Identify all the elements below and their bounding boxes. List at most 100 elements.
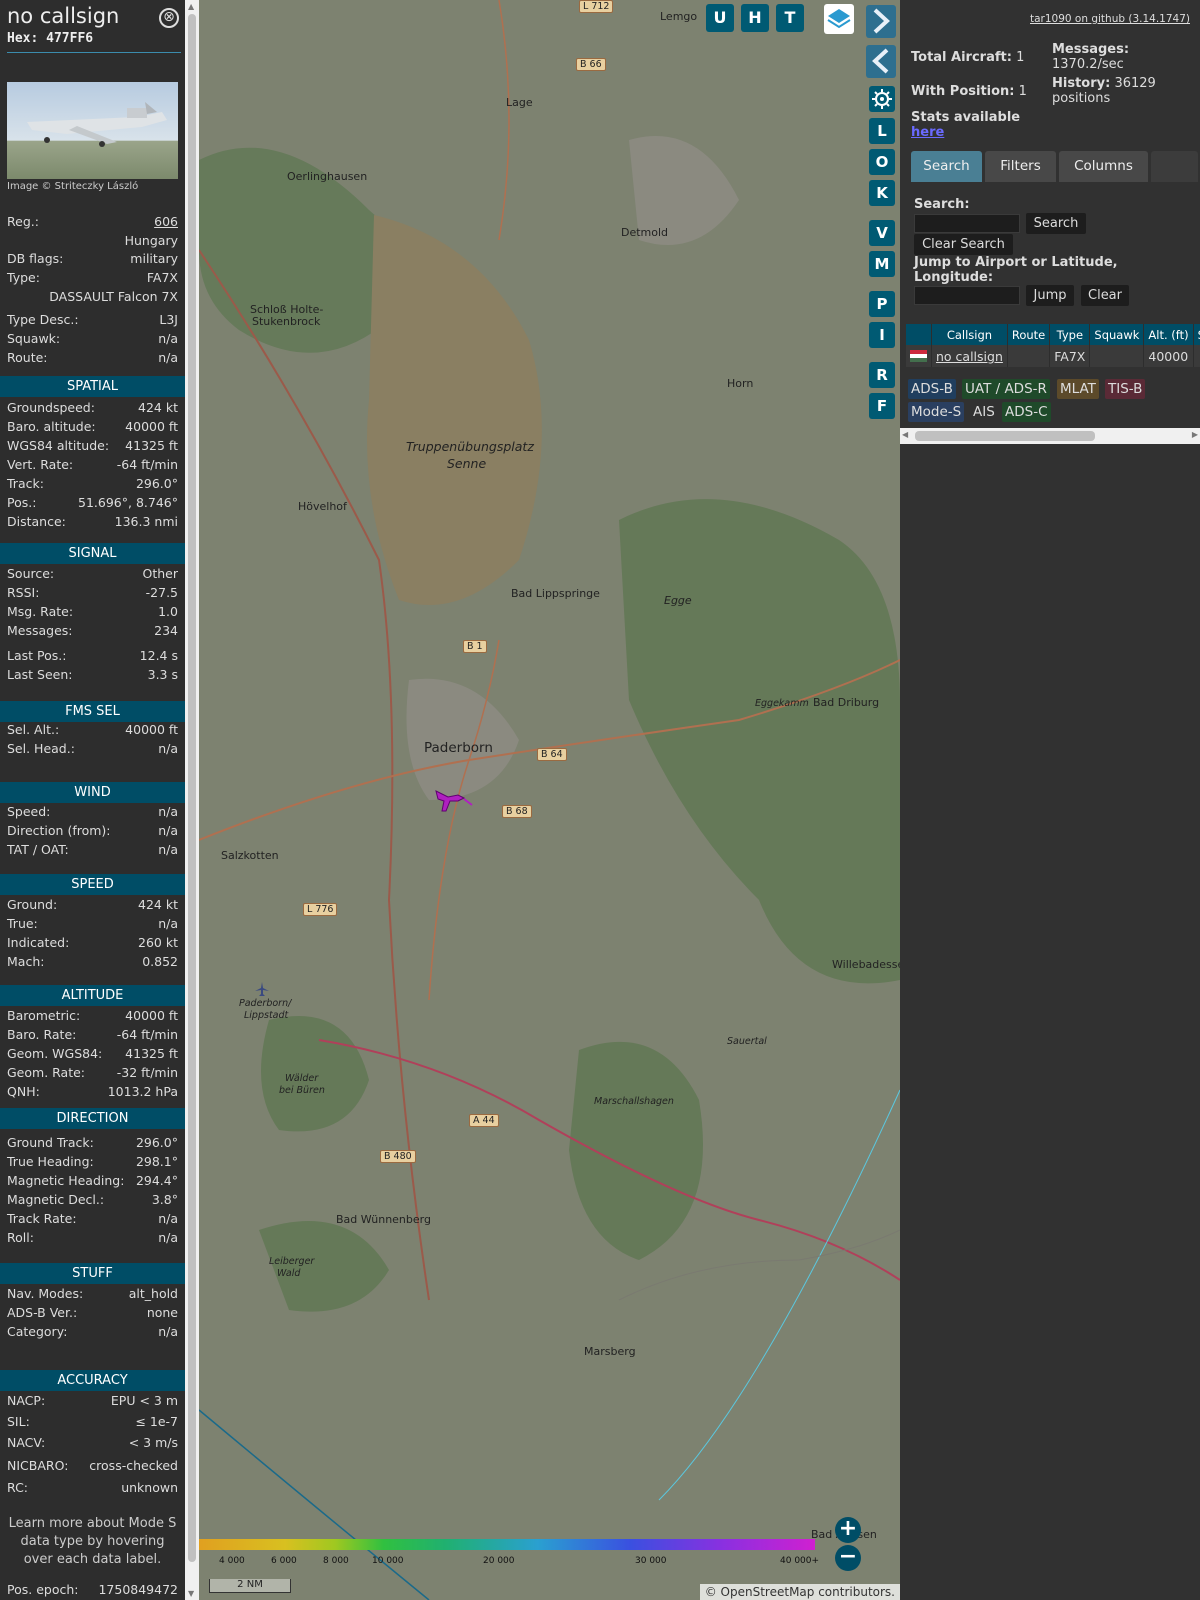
table-hscrollbar[interactable]: ◀ ▶	[900, 428, 1200, 444]
info-row-label: Mach:	[7, 954, 45, 969]
info-row: ADS-B Ver.: none	[7, 1304, 178, 1322]
info-row: Distance: 136.3 nmi	[7, 513, 178, 531]
section-header-spatial: SPATIAL	[0, 376, 185, 397]
scroll-up-icon[interactable]: ▲	[188, 2, 194, 11]
info-row: SIL: ≤ 1e-7	[7, 1413, 178, 1431]
info-row-label: Magnetic Heading:	[7, 1173, 125, 1188]
toggle-button-r[interactable]: R	[869, 362, 895, 388]
hscrollbar-thumb[interactable]	[915, 431, 1095, 441]
info-row-value: 260 kt	[138, 935, 178, 950]
tab-columns[interactable]: Columns	[1059, 151, 1148, 182]
info-row-value: < 3 m/s	[128, 1435, 178, 1450]
toggle-button-u[interactable]: U	[706, 4, 734, 32]
info-row-label: Last Seen:	[7, 667, 73, 682]
settings-button[interactable]	[869, 86, 895, 112]
info-row: Direction (from): n/a	[7, 822, 178, 840]
toggle-button-h[interactable]: H	[741, 4, 769, 32]
info-row-label: Type Desc.:	[7, 312, 79, 327]
info-row-label: True Heading:	[7, 1154, 94, 1169]
pos-epoch-value: 1750849472	[98, 1582, 178, 1597]
layers-button[interactable]	[824, 4, 854, 34]
search-button[interactable]: Search	[1026, 213, 1086, 234]
toggle-button-k[interactable]: K	[869, 180, 895, 206]
jump-input[interactable]	[914, 286, 1020, 305]
info-row: RC: unknown	[7, 1479, 178, 1497]
info-row-value: 51.696°, 8.746°	[78, 495, 178, 510]
scroll-left-icon[interactable]: ◀	[902, 430, 908, 439]
toggle-button-t[interactable]: T	[776, 4, 804, 32]
toggle-button-i[interactable]: I	[869, 322, 895, 348]
info-row-value: 0.852	[142, 954, 178, 969]
col-route[interactable]: Route	[1007, 324, 1051, 345]
col-callsign[interactable]: Callsign	[931, 324, 1008, 345]
col-type[interactable]: Type	[1049, 324, 1091, 345]
github-link[interactable]: tar1090 on github (3.14.1747)	[1030, 13, 1190, 25]
info-row: DASSAULT Falcon 7X	[7, 288, 178, 306]
stats-link[interactable]: here	[911, 125, 944, 140]
map-attribution[interactable]: © OpenStreetMap contributors.	[699, 1584, 900, 1600]
chevron-left-icon	[872, 48, 889, 74]
zoom-out-button[interactable]: −	[835, 1545, 861, 1571]
road-label: B 68	[502, 805, 532, 818]
clear-button[interactable]: Clear	[1081, 285, 1129, 306]
toggle-button-f[interactable]: F	[869, 393, 895, 419]
aircraft-marker-icon[interactable]	[434, 785, 474, 815]
col-squawk[interactable]: Squawk	[1089, 324, 1145, 345]
info-row: Sel. Alt.: 40000 ft	[7, 721, 178, 739]
info-row-value[interactable]: 606	[154, 213, 178, 231]
table-row[interactable]: no callsign FA7X 40000	[906, 345, 1200, 367]
info-row-value: n/a	[158, 331, 178, 346]
scrollbar-thumb[interactable]	[188, 14, 196, 1562]
clear-search-button[interactable]: Clear Search	[914, 234, 1013, 255]
toggle-button-o[interactable]: O	[869, 149, 895, 175]
tab-extra[interactable]	[1151, 151, 1198, 182]
info-row-label: Ground:	[7, 897, 58, 912]
row-callsign[interactable]: no callsign	[931, 345, 1008, 367]
place-label: Wald	[277, 1268, 301, 1279]
place-label: Marsberg	[584, 1345, 636, 1358]
zoom-in-button[interactable]: +	[835, 1517, 861, 1543]
section-header-accuracy: ACCURACY	[0, 1370, 185, 1391]
col-speed[interactable]: S	[1193, 324, 1200, 345]
info-row-label: Track Rate:	[7, 1211, 77, 1226]
jump-button[interactable]: Jump	[1026, 285, 1074, 306]
info-row-value: none	[146, 1305, 178, 1320]
toggle-button-p[interactable]: P	[869, 291, 895, 317]
scale-tick-label: 4 000	[219, 1556, 245, 1566]
info-row-value: n/a	[158, 842, 178, 857]
col-flag[interactable]	[906, 324, 932, 345]
info-row-label: ADS-B Ver.:	[7, 1305, 78, 1320]
close-icon[interactable]: ⊗	[159, 8, 179, 28]
info-row-value: military	[130, 251, 178, 266]
info-row-value: 234	[154, 623, 178, 638]
map-view[interactable]: Lemgo Lage Oerlinghausen Detmold Schloß …	[199, 0, 900, 1600]
expand-right-button[interactable]	[866, 5, 896, 38]
toggle-button-v[interactable]: V	[869, 220, 895, 246]
info-row-value: 296.0°	[135, 1135, 178, 1150]
tab-filters[interactable]: Filters	[985, 151, 1056, 182]
help-note: Learn more about Mode S data type by hov…	[8, 1516, 177, 1567]
info-row-value: L3J	[159, 312, 178, 327]
infoblock-scrollbar[interactable]: ▲ ▼	[185, 0, 199, 1600]
col-altitude[interactable]: Alt. (ft)	[1143, 324, 1194, 345]
info-row-value: 136.3 nmi	[114, 514, 178, 529]
info-row-label: Messages:	[7, 623, 73, 638]
tab-search[interactable]: Search	[911, 151, 982, 182]
info-row-label: WGS84 altitude:	[7, 438, 110, 453]
scroll-right-icon[interactable]: ▶	[1192, 430, 1198, 439]
collapse-left-button[interactable]	[866, 45, 896, 78]
aircraft-photo[interactable]	[7, 82, 178, 179]
search-input[interactable]	[914, 214, 1020, 233]
info-row: Pos.: 51.696°, 8.746°	[7, 494, 178, 512]
source-tag-adsb: ADS-B	[908, 379, 956, 399]
info-row: Msg. Rate: 1.0	[7, 603, 178, 621]
aircraft-list-panel: tar1090 on github (3.14.1747) Total Airc…	[900, 0, 1200, 1600]
info-row: Last Pos.: 12.4 s	[7, 647, 178, 665]
toggle-button-m[interactable]: M	[869, 251, 895, 277]
total-aircraft-value: 1	[1016, 50, 1025, 65]
info-row-value: 3.3 s	[147, 667, 178, 682]
scroll-down-icon[interactable]: ▼	[188, 1589, 194, 1598]
toggle-button-l[interactable]: L	[869, 118, 895, 144]
info-row-value: 40000 ft	[125, 1008, 178, 1023]
scale-tick-label: 10 000	[372, 1556, 404, 1566]
